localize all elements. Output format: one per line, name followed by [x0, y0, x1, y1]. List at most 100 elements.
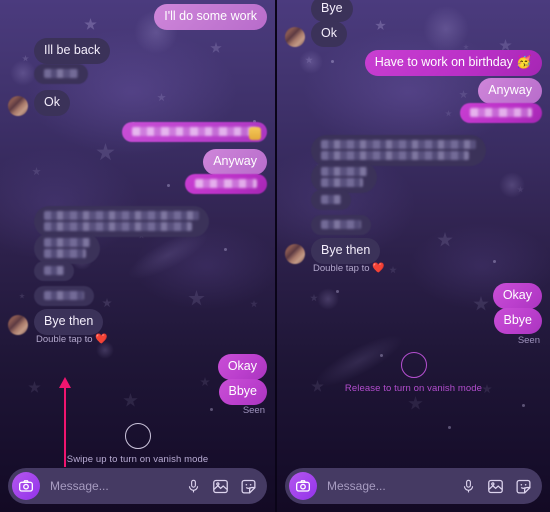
- screenshot-root: I'll do some work Ill be back Ok Anyway …: [0, 0, 550, 512]
- censored-text: [321, 167, 367, 176]
- message-bubble[interactable]: Anyway: [478, 78, 542, 104]
- message-bubble[interactable]: I'll do some work: [154, 4, 267, 30]
- phone-screen-right: Bye Ok Have to work on birthday 🥳 Anyway: [275, 0, 550, 512]
- gallery-icon[interactable]: [487, 478, 504, 495]
- message-bubble[interactable]: Ok: [311, 21, 347, 47]
- message-bubble[interactable]: Have to work on birthday 🥳: [364, 50, 542, 76]
- message-row-sent[interactable]: Bbye: [218, 379, 267, 405]
- heart-icon: ❤️: [95, 334, 108, 345]
- message-list-right[interactable]: Bye Ok Have to work on birthday 🥳 Anyway: [277, 0, 550, 512]
- message-row-sent[interactable]: Have to work on birthday 🥳: [364, 50, 542, 76]
- censored-text: [321, 220, 361, 229]
- reaction-hint-label: Double tap to: [36, 334, 93, 345]
- message-bubble[interactable]: Bye then: [34, 309, 104, 335]
- censored-text: [44, 238, 90, 247]
- message-bubble-censored[interactable]: [311, 190, 351, 210]
- message-input[interactable]: Message...: [317, 479, 461, 493]
- message-bubble[interactable]: Bbye: [218, 379, 267, 405]
- message-row-received-censored[interactable]: [8, 286, 94, 306]
- vanish-mode-ring-icon: [400, 352, 427, 378]
- message-row-sent[interactable]: Anyway: [478, 78, 542, 104]
- message-bubble[interactable]: Okay: [217, 354, 267, 380]
- message-bubble-censored[interactable]: [34, 261, 74, 281]
- message-row-received[interactable]: Bye: [285, 0, 353, 22]
- microphone-icon[interactable]: [186, 478, 201, 495]
- message-bubble[interactable]: Anyway: [203, 149, 267, 175]
- message-row-sent[interactable]: Okay: [217, 354, 267, 380]
- message-row-sent-censored[interactable]: [122, 122, 267, 142]
- message-bubble[interactable]: Ill be back: [34, 38, 111, 64]
- reaction-hint-label: Double tap to: [313, 263, 370, 274]
- vanish-mode-indicator[interactable]: Release to turn on vanish mode: [277, 352, 550, 394]
- message-row-sent[interactable]: I'll do some work: [154, 4, 267, 30]
- sticker-icon[interactable]: [515, 478, 532, 495]
- censored-text: [321, 151, 469, 160]
- message-bubble-censored[interactable]: [34, 286, 94, 306]
- avatar[interactable]: [285, 27, 305, 47]
- camera-icon: [19, 480, 33, 492]
- censored-text: [44, 222, 192, 231]
- avatar[interactable]: [8, 96, 28, 116]
- message-bubble-censored[interactable]: [34, 64, 88, 84]
- sticker-icon[interactable]: [240, 478, 257, 495]
- avatar[interactable]: [8, 315, 28, 335]
- message-row-sent-censored[interactable]: [460, 103, 542, 123]
- message-bubble[interactable]: Bbye: [493, 308, 542, 334]
- message-row-received-censored[interactable]: [8, 261, 74, 281]
- message-row-received[interactable]: Ill be back: [8, 38, 111, 64]
- message-bubble-censored[interactable]: [311, 215, 371, 235]
- composer-icons: [461, 478, 532, 495]
- vanish-mode-indicator[interactable]: Swipe up to turn on vanish mode: [0, 423, 275, 465]
- message-input[interactable]: Message...: [40, 479, 186, 493]
- censored-text: [44, 266, 64, 275]
- reaction-hint: Double tap to ❤️: [313, 263, 385, 274]
- message-row-received-censored[interactable]: [285, 215, 371, 235]
- phone-screen-left: I'll do some work Ill be back Ok Anyway …: [0, 0, 275, 512]
- camera-button[interactable]: [12, 472, 40, 500]
- message-bubble-censored[interactable]: [185, 174, 267, 194]
- message-bubble-censored[interactable]: [311, 162, 377, 193]
- censored-text: [44, 291, 84, 300]
- censored-text: [132, 127, 257, 136]
- censored-text: [321, 178, 363, 187]
- message-row-received[interactable]: Bye then: [8, 309, 104, 335]
- message-row-received-censored[interactable]: [285, 162, 377, 193]
- message-bubble[interactable]: Okay: [492, 283, 542, 309]
- message-bubble[interactable]: Bye: [311, 0, 353, 22]
- message-row-sent[interactable]: Anyway: [203, 149, 267, 175]
- censored-text: [195, 179, 257, 188]
- camera-icon: [296, 480, 310, 492]
- seen-status: Seen: [517, 335, 540, 346]
- message-bubble-censored[interactable]: [34, 233, 100, 264]
- vanish-mode-label: Swipe up to turn on vanish mode: [66, 454, 209, 465]
- censored-text: [44, 69, 78, 78]
- camera-button[interactable]: [289, 472, 317, 500]
- message-bubble-censored[interactable]: [122, 122, 267, 142]
- composer-icons: [186, 478, 257, 495]
- reaction-hint: Double tap to ❤️: [36, 334, 108, 345]
- message-row-sent[interactable]: Okay: [492, 283, 542, 309]
- censored-text: [321, 140, 476, 149]
- avatar[interactable]: [285, 244, 305, 264]
- censored-text: [321, 195, 341, 204]
- microphone-icon[interactable]: [461, 478, 476, 495]
- censored-text: [44, 211, 199, 220]
- message-row-received-censored[interactable]: [8, 233, 100, 264]
- seen-status: Seen: [242, 405, 265, 416]
- message-bubble[interactable]: Bye then: [311, 238, 381, 264]
- composer-bar-left[interactable]: Message...: [8, 468, 267, 504]
- composer-bar-right[interactable]: Message...: [285, 468, 542, 504]
- message-row-received-censored[interactable]: [285, 190, 351, 210]
- heart-icon: ❤️: [372, 263, 385, 274]
- message-row-received[interactable]: Ok: [285, 21, 347, 47]
- gallery-icon[interactable]: [212, 478, 229, 495]
- message-bubble[interactable]: Ok: [34, 90, 70, 116]
- message-row-received[interactable]: Ok: [8, 90, 70, 116]
- message-row-sent-censored[interactable]: [185, 174, 267, 194]
- censored-text: [44, 249, 86, 258]
- vanish-mode-ring-icon: [124, 423, 151, 449]
- message-row-received[interactable]: Bye then: [285, 238, 381, 264]
- message-bubble-censored[interactable]: [460, 103, 542, 123]
- message-row-sent[interactable]: Bbye: [493, 308, 542, 334]
- message-row-received-censored[interactable]: [8, 64, 88, 84]
